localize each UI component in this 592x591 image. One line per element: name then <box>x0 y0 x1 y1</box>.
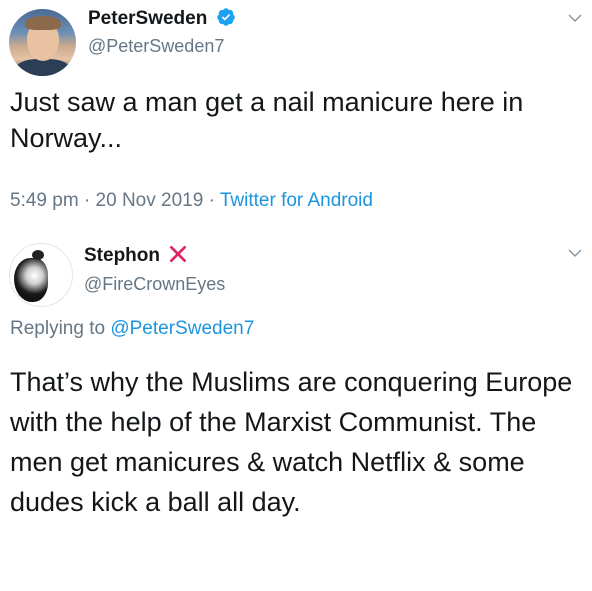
tweet-source-link[interactable]: Twitter for Android <box>220 190 373 211</box>
display-name-text[interactable]: PeterSweden <box>88 8 207 29</box>
chevron-down-icon[interactable] <box>566 9 584 27</box>
reply-tweet: Stephon @FireCrownEyes Replying to @Pete… <box>0 226 592 591</box>
meta-separator: · <box>208 190 215 211</box>
tweet-text: That’s why the Muslims are conquering Eu… <box>10 367 573 517</box>
display-name[interactable]: PeterSweden <box>88 7 236 31</box>
replying-to-label: Replying to <box>10 318 106 339</box>
tweet-date[interactable]: 20 Nov 2019 <box>96 190 204 211</box>
avatar[interactable] <box>9 9 76 76</box>
user-handle[interactable]: @FireCrownEyes <box>84 272 225 296</box>
display-name[interactable]: Stephon <box>84 244 188 268</box>
display-name-text[interactable]: Stephon <box>84 245 160 266</box>
tweet-metadata: 5:49 pm · 20 Nov 2019 · Twitter for Andr… <box>10 188 373 214</box>
tweet-time[interactable]: 5:49 pm <box>10 190 79 211</box>
meta-separator: · <box>83 190 91 211</box>
replying-to-mention[interactable]: @PeterSweden7 <box>110 318 254 339</box>
user-handle[interactable]: @PeterSweden7 <box>88 34 224 58</box>
avatar[interactable] <box>9 243 73 307</box>
tweet-text: Just saw a man get a nail manicure here … <box>10 87 524 153</box>
replying-to-line: Replying to @PeterSweden7 <box>10 316 254 342</box>
main-tweet: PeterSweden @PeterSweden7 Just saw a man… <box>0 0 592 226</box>
chevron-down-icon[interactable] <box>566 244 584 262</box>
verified-badge-icon <box>216 8 235 26</box>
red-x-icon <box>170 246 187 262</box>
